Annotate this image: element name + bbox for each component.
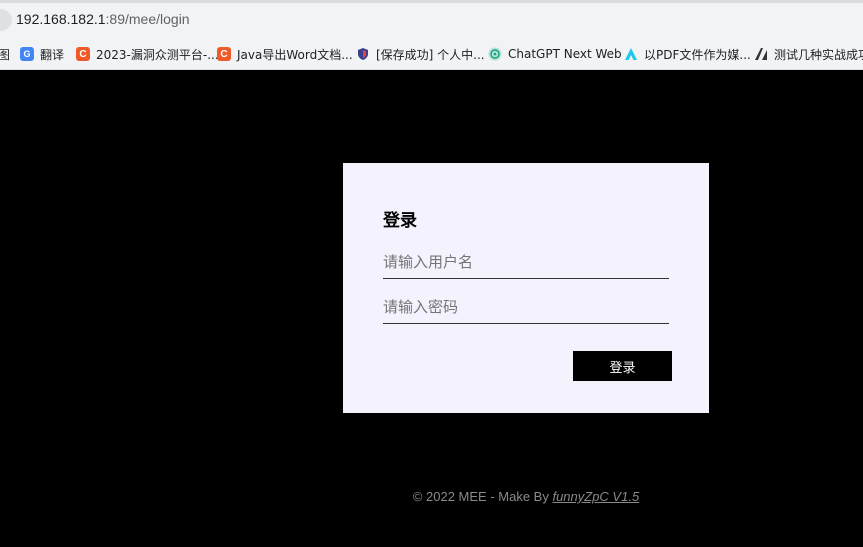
bookmark-translate[interactable]: G 翻译 [20, 44, 64, 64]
chatgpt-icon [488, 47, 502, 61]
bookmarks-bar: 图 G 翻译 C 2023-漏洞众测平台-... C Java导出Word文档.… [0, 37, 863, 70]
c-logo-icon: C [76, 47, 90, 61]
triangle-logo-icon [624, 47, 638, 61]
bookmark-label: Java导出Word文档... [237, 47, 353, 62]
bookmark-java-word[interactable]: C Java导出Word文档... [217, 44, 353, 64]
url-host: 192.168.182.1 [16, 11, 106, 27]
bookmark-loudong[interactable]: C 2023-漏洞众测平台-... [76, 44, 219, 64]
bookmark-label: 测试几种实战成功 [774, 47, 863, 62]
translate-icon: G [20, 47, 34, 61]
bookmark-label: [保存成功] 个人中... [376, 47, 485, 62]
bookmark-save-success[interactable]: [保存成功] 个人中... [356, 44, 485, 64]
url-text[interactable]: 192.168.182.1:89/mee/login [16, 11, 190, 27]
footer-copyright: © 2022 MEE - Make By [412, 489, 553, 504]
site-info-icon[interactable] [0, 9, 12, 31]
bookmark-label: 翻译 [40, 47, 65, 62]
bookmark-partial[interactable]: 图 [0, 44, 10, 64]
bookmark-label: ChatGPT Next Web [508, 47, 622, 61]
address-bar[interactable]: 192.168.182.1:89/mee/login [0, 0, 863, 37]
bookmark-pdf[interactable]: 以PDF文件作为媒... [624, 44, 751, 64]
bookmark-label: 以PDF文件作为媒... [644, 47, 751, 62]
dark-logo-icon [754, 47, 768, 61]
bookmark-label: 图 [0, 46, 10, 63]
username-input[interactable] [383, 245, 669, 279]
author-link[interactable]: funnyZpC V1.5 [552, 489, 639, 504]
url-path: :89/mee/login [105, 11, 190, 27]
footer: © 2022 MEE - Make By funnyZpC V1.5 [0, 489, 863, 504]
c-logo-icon: C [217, 47, 231, 61]
shield-icon [356, 47, 370, 61]
bookmark-label: 2023-漏洞众测平台-... [96, 47, 219, 62]
login-button[interactable]: 登录 [573, 351, 672, 381]
password-input[interactable] [383, 290, 669, 324]
login-title: 登录 [383, 211, 417, 231]
login-card: 登录 登录 [343, 163, 709, 413]
bookmark-chatgpt[interactable]: ChatGPT Next Web [488, 44, 622, 64]
bookmark-test[interactable]: 测试几种实战成功 [754, 44, 863, 64]
